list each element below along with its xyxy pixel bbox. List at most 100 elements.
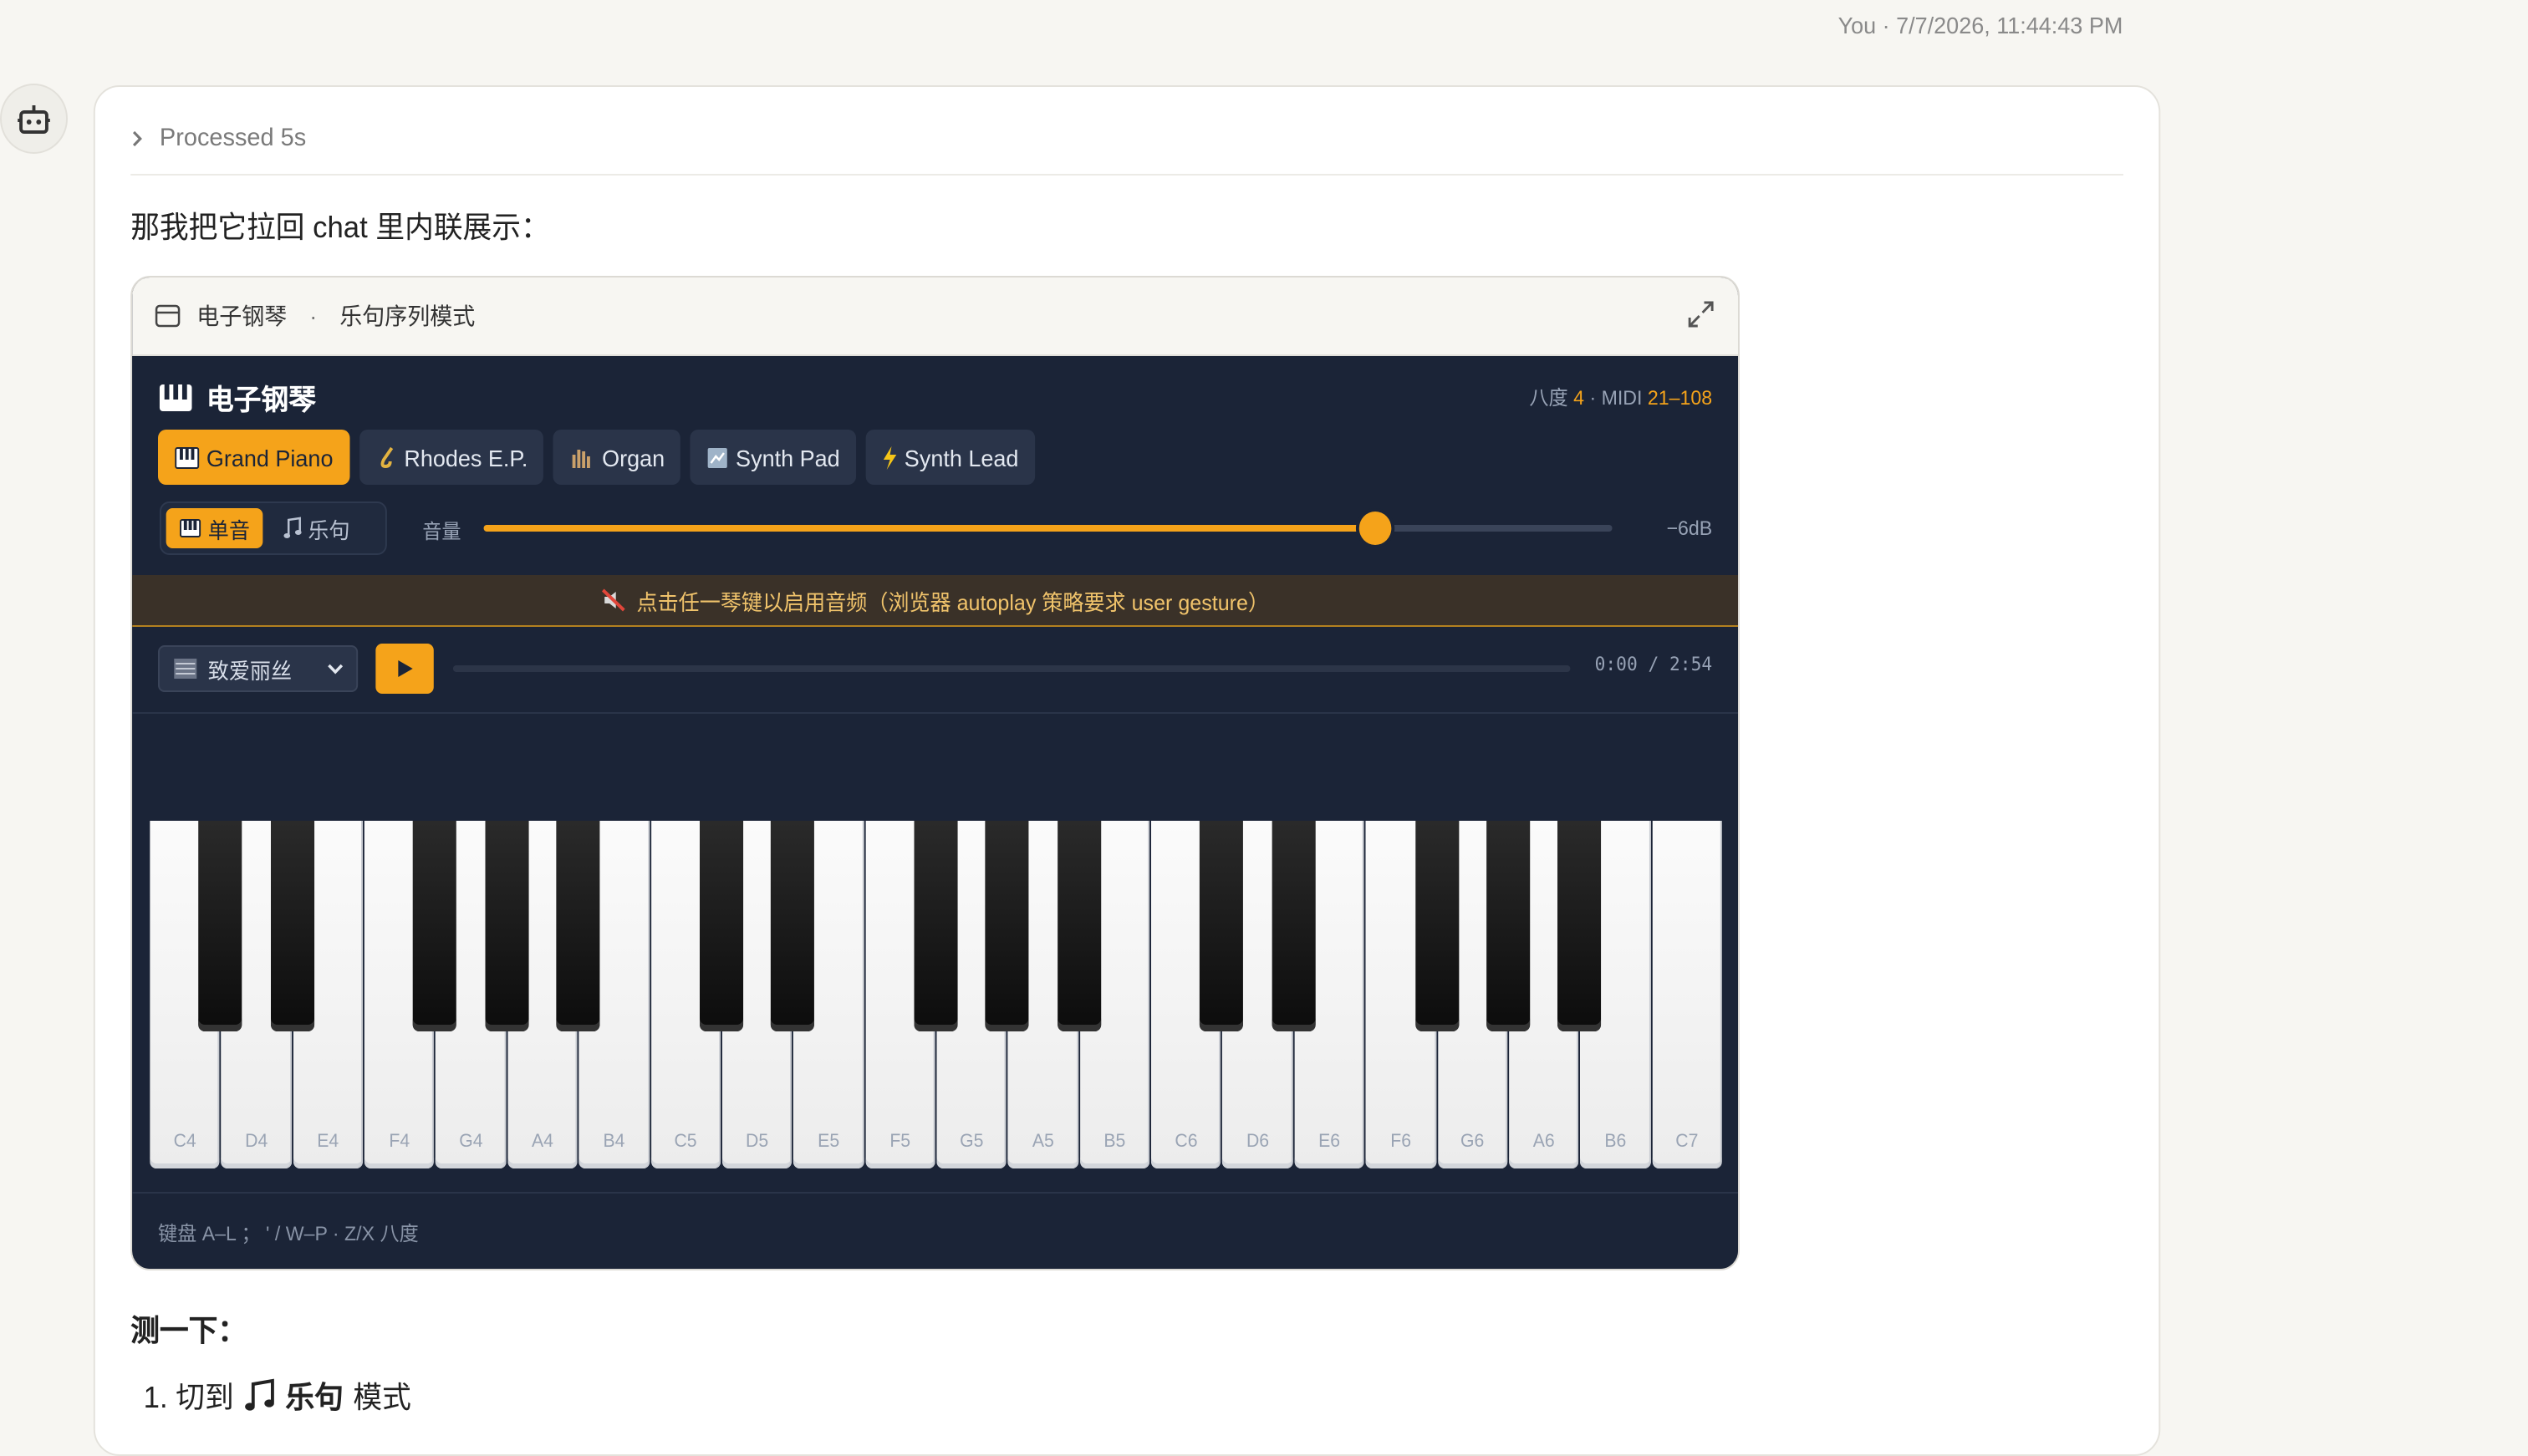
- white-key-c7[interactable]: C7: [1652, 821, 1722, 1168]
- midi-label: · MIDI: [1589, 386, 1643, 410]
- piano-icon: [180, 519, 201, 537]
- app-title: 电子钢琴: [158, 376, 316, 418]
- key-label: B5: [1103, 1132, 1126, 1152]
- organ-icon: [573, 449, 591, 467]
- key-label: D4: [245, 1132, 268, 1152]
- instrument-synth-lead[interactable]: Synth Lead: [865, 430, 1035, 485]
- black-key[interactable]: [1200, 821, 1244, 1031]
- instrument-label: Synth Pad: [736, 444, 840, 471]
- pad-icon: [708, 447, 728, 467]
- black-key[interactable]: [270, 821, 314, 1031]
- play-button[interactable]: [375, 644, 434, 694]
- key-label: C7: [1675, 1132, 1699, 1152]
- mode-label: 乐句: [308, 517, 350, 542]
- black-key[interactable]: [556, 821, 600, 1031]
- instrument-label: Organ: [602, 444, 665, 471]
- key-label: D6: [1246, 1132, 1270, 1152]
- midi-range: 21–108: [1647, 386, 1713, 410]
- key-label: C4: [173, 1132, 196, 1152]
- key-label: E5: [818, 1132, 840, 1152]
- step-prefix: 1. 切到: [143, 1381, 234, 1414]
- expand-icon: [1688, 300, 1714, 327]
- embed-header: 电子钢琴 · 乐句序列模式: [132, 277, 1738, 356]
- black-key[interactable]: [1486, 821, 1531, 1031]
- black-key[interactable]: [198, 821, 242, 1031]
- message-meta: You · 7/7/2026, 11:44:43 PM: [1837, 12, 2123, 38]
- key-label: F6: [1390, 1132, 1412, 1152]
- key-label: A4: [531, 1132, 553, 1152]
- black-key[interactable]: [771, 821, 815, 1031]
- piano-keyboard: C4 D4 E4 F4 G4 A4 B4 C5 D5 E5 F5 G5 A5 B5 C6 D6 E6 F6 G6 A6…: [150, 821, 1723, 1168]
- robot-icon: [18, 105, 50, 134]
- processed-label: Processed 5s: [159, 124, 307, 152]
- song-name: 致爱丽丝: [207, 658, 293, 683]
- step-suffix: 模式: [353, 1381, 411, 1414]
- key-label: B6: [1604, 1132, 1627, 1152]
- intro-text: 那我把它拉回 chat 里内联展示：: [130, 211, 550, 244]
- keyboard-hint: 键盘 A–L ； ' / W–P · Z/X 八度: [157, 1222, 419, 1245]
- key-label: G4: [459, 1132, 483, 1152]
- playback-progress[interactable]: [452, 665, 1571, 672]
- piano-app: 电子钢琴 八度 4 · MIDI 21–108 Grand Piano Rhod: [132, 356, 1738, 1269]
- step-mode: 乐句: [285, 1381, 344, 1414]
- black-key[interactable]: [699, 821, 743, 1031]
- player-row: 致爱丽丝 0:00 / 2:54: [132, 627, 1738, 714]
- app-title-text: 电子钢琴: [206, 384, 316, 416]
- sheet-music-icon: [174, 659, 197, 679]
- volume-fill: [483, 525, 1376, 532]
- music-note-icon: [283, 517, 302, 538]
- mode-phrase[interactable]: 乐句: [269, 508, 363, 548]
- processed-toggle[interactable]: Processed 5s: [130, 124, 306, 152]
- key-label: B4: [603, 1132, 625, 1152]
- octave-label: 八度: [1529, 386, 1568, 410]
- black-key[interactable]: [986, 821, 1030, 1031]
- instrument-organ[interactable]: Organ: [553, 430, 681, 485]
- instrument-grand-piano[interactable]: Grand Piano: [157, 430, 349, 485]
- title-separator: ·: [309, 303, 318, 329]
- instrument-label: Grand Piano: [206, 444, 334, 471]
- key-label: D5: [746, 1132, 769, 1152]
- black-key[interactable]: [1057, 821, 1101, 1031]
- saxophone-icon: [380, 445, 393, 468]
- volume-slider[interactable]: [483, 512, 1613, 545]
- range-info: 八度 4 · MIDI 21–108: [1529, 383, 1712, 411]
- black-key[interactable]: [485, 821, 529, 1031]
- play-icon: [398, 660, 413, 677]
- black-key[interactable]: [1272, 821, 1316, 1031]
- key-label: F4: [389, 1132, 410, 1152]
- music-note-icon: [245, 1378, 274, 1411]
- key-label: C5: [674, 1132, 697, 1152]
- test-step-1: 1. 切到 乐句 模式: [144, 1374, 411, 1418]
- test-heading: 测一下：: [130, 1314, 247, 1347]
- mode-single-note[interactable]: 单音: [166, 508, 263, 548]
- mode-label: 单音: [207, 517, 250, 542]
- piano-embed: 电子钢琴 · 乐句序列模式 电子钢琴 八度 4 · MIDI 21–108 Gr…: [130, 276, 1740, 1270]
- octave-value: 4: [1573, 386, 1585, 410]
- assistant-avatar: [0, 84, 68, 154]
- timecode: 0:00 / 2:54: [1594, 654, 1713, 675]
- mode-toggle: 单音 乐句: [159, 501, 387, 555]
- audio-notice: 点击任一琴键以启用音频（浏览器 autoplay 策略要求 user gestu…: [132, 575, 1738, 627]
- window-icon: [155, 304, 181, 328]
- black-key[interactable]: [1414, 821, 1459, 1031]
- instrument-label: Synth Lead: [904, 444, 1019, 471]
- volume-thumb[interactable]: [1358, 512, 1392, 545]
- instrument-synth-pad[interactable]: Synth Pad: [691, 430, 856, 485]
- black-key[interactable]: [413, 821, 457, 1031]
- black-key[interactable]: [1557, 821, 1602, 1031]
- key-label: G5: [960, 1132, 984, 1152]
- key-label: A5: [1032, 1132, 1054, 1152]
- instrument-rhodes[interactable]: Rhodes E.P.: [359, 430, 544, 485]
- key-label: F5: [889, 1132, 911, 1152]
- muted-speaker-icon: [601, 588, 625, 612]
- embed-title: 电子钢琴: [196, 303, 288, 329]
- song-select[interactable]: 致爱丽丝: [157, 645, 359, 692]
- key-label: E4: [317, 1132, 339, 1152]
- black-key[interactable]: [914, 821, 958, 1031]
- instrument-selector: Grand Piano Rhodes E.P. Organ Synth Pad: [157, 430, 1035, 485]
- expand-button[interactable]: [1686, 298, 1715, 333]
- lightning-icon: [883, 445, 897, 469]
- key-label: E6: [1318, 1132, 1341, 1152]
- assistant-message: Processed 5s 那我把它拉回 chat 里内联展示： 电子钢琴 · 乐…: [93, 85, 2161, 1456]
- divider: [132, 1192, 1738, 1194]
